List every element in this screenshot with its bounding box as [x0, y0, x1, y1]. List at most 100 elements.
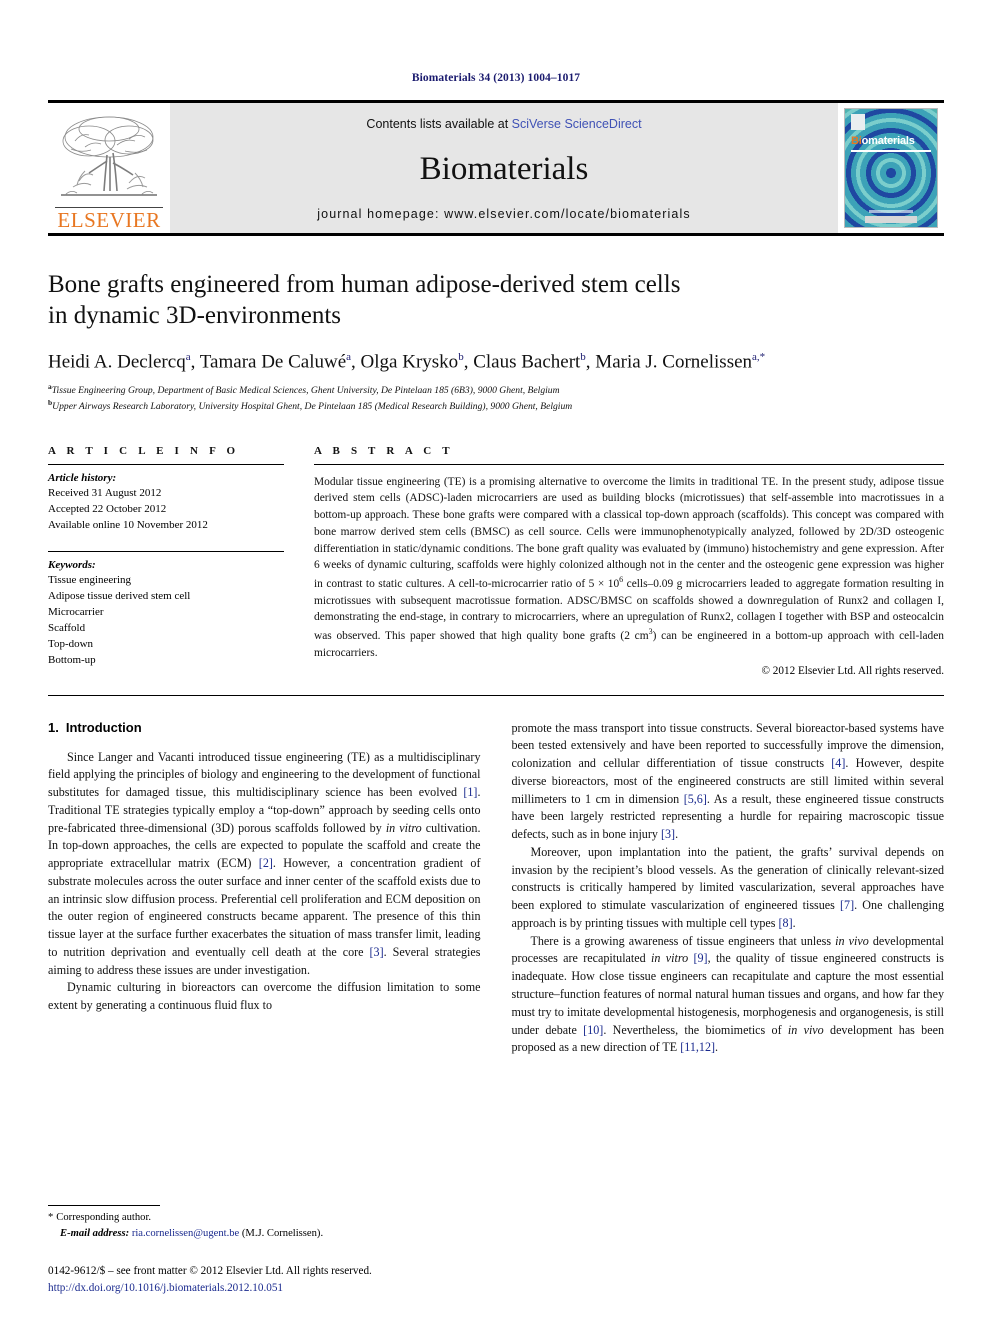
body-paragraph: Dynamic culturing in bioreactors can ove… — [48, 979, 481, 1015]
paper-page: Biomaterials 34 (2013) 1004–1017 ELSEVIE… — [0, 0, 992, 1323]
keyword-item: Scaffold — [48, 621, 86, 634]
email-line: E-mail address: ria.cornelissen@ugent.be… — [48, 1226, 452, 1242]
keyword-item: Bottom-up — [48, 653, 96, 666]
article-info-column: A R T I C L E I N F O Article history: R… — [48, 445, 284, 677]
article-history-item: Accepted 22 October 2012 — [48, 502, 167, 515]
cover-footer-line — [869, 210, 913, 213]
section-heading-introduction: 1. Introduction — [48, 720, 481, 735]
body-text: . — [715, 1040, 719, 1055]
elsevier-tree-icon — [61, 116, 157, 196]
article-info-heading: A R T I C L E I N F O — [48, 444, 240, 457]
italic-term: in vivo — [787, 1022, 824, 1037]
keywords-label: Keywords: — [48, 558, 96, 571]
author-name: Maria J. Cornelissen — [595, 351, 753, 373]
footer-block: * Corresponding author. E-mail address: r… — [48, 1204, 452, 1297]
section-number: 1. — [48, 719, 59, 735]
issn-block: 0142-9612/$ – see front matter © 2012 El… — [48, 1263, 452, 1297]
corresponding-label: Corresponding author. — [56, 1211, 152, 1223]
cover-image: Biomaterials — [844, 108, 938, 228]
affiliation-text: Tissue Engineering Group, Department of … — [51, 385, 560, 397]
cover-footer-block — [865, 216, 917, 223]
contents-available-line: Contents lists available at SciVerse Sci… — [366, 117, 641, 131]
body-column-left: 1. Introduction Since Langer and Vacanti … — [48, 720, 481, 1058]
body-text: Since Langer and Vacanti introduced tiss… — [48, 749, 481, 800]
doi-link[interactable]: http://dx.doi.org/10.1016/j.biomaterials… — [48, 1280, 452, 1297]
keyword-item: Adipose tissue derived stem cell — [48, 589, 191, 602]
journal-title: Biomaterials — [419, 150, 589, 187]
author-affiliation-marker: a — [346, 351, 352, 363]
abstract-text: Modular tissue engineering (TE) is a pro… — [314, 474, 944, 662]
abstract-rule — [314, 463, 944, 465]
citation-reference[interactable]: [10] — [583, 1023, 603, 1037]
journal-cover-thumbnail: Biomaterials — [838, 103, 944, 233]
section-divider — [48, 694, 944, 696]
cover-elsevier-icon — [851, 114, 865, 130]
affiliation-item: aTissue Engineering Group, Department of… — [48, 382, 944, 398]
keyword-item: Microcarrier — [48, 605, 104, 618]
author-affiliation-marker: a — [185, 351, 191, 363]
author-name: Heidi A. Declercq — [48, 351, 186, 373]
citation-reference[interactable]: [9] — [693, 951, 707, 965]
body-paragraph: Since Langer and Vacanti introduced tiss… — [48, 749, 481, 980]
author-affiliation-marker: a,* — [752, 351, 766, 363]
footnote-rule — [48, 1204, 160, 1206]
body-paragraph: Moreover, upon implantation into the pat… — [512, 844, 945, 933]
citation-reference[interactable]: [2] — [259, 856, 273, 870]
cover-title-first: Bi — [851, 135, 862, 147]
body-text: . Nevertheless, the biomimetics of — [603, 1022, 788, 1037]
keywords-rule — [48, 550, 284, 552]
body-text: . However, a concentration gradient of s… — [48, 856, 481, 959]
article-history-item: Received 31 August 2012 — [48, 486, 162, 499]
section-title: Introduction — [65, 719, 142, 735]
journal-homepage[interactable]: journal homepage: www.elsevier.com/locat… — [317, 207, 690, 221]
cover-title-rest: omaterials — [861, 135, 915, 147]
citation-reference[interactable]: [3] — [661, 827, 675, 841]
author-list: Heidi A. Declercqa, Tamara De Caluwéa, O… — [48, 351, 766, 373]
author-name: Tamara De Caluwé — [199, 351, 347, 373]
italic-term: in vitro — [385, 820, 422, 835]
citation-reference[interactable]: [5,6] — [684, 792, 707, 806]
citation-reference[interactable]: [4] — [831, 756, 845, 770]
body-text: . — [675, 827, 679, 842]
contents-prefix: Contents lists available at — [366, 117, 512, 131]
title-block: Bone grafts engineered from human adipos… — [48, 236, 944, 415]
author-affiliation-marker: b — [580, 351, 586, 363]
body-column-right: promote the mass transport into tissue c… — [512, 720, 945, 1058]
affiliation-list: aTissue Engineering Group, Department of… — [48, 382, 944, 414]
citation-reference[interactable]: [7] — [840, 898, 854, 912]
page-title: Bone grafts engineered from human adipos… — [48, 270, 944, 331]
left-column-paragraphs: Since Langer and Vacanti introduced tiss… — [48, 749, 481, 1015]
abstract-column: A B S T R A C T Modular tissue engineeri… — [314, 445, 944, 677]
affiliation-text: Upper Airways Research Laboratory, Unive… — [52, 401, 573, 413]
journal-masthead: ELSEVIER Contents lists available at Sci… — [48, 100, 944, 233]
running-head: Biomaterials 34 (2013) 1004–1017 — [411, 72, 581, 84]
citation-reference[interactable]: [8] — [779, 916, 793, 930]
abstract-heading: A B S T R A C T — [314, 444, 454, 457]
article-history-list: Received 31 August 2012 Accepted 22 Octob… — [48, 485, 284, 533]
email-link[interactable]: ria.cornelissen@ugent.be — [132, 1228, 239, 1239]
article-title-line-1: Bone grafts engineered from human adipos… — [48, 271, 681, 298]
info-abstract-row: A R T I C L E I N F O Article history: R… — [48, 445, 944, 677]
abstract-part-1: Modular tissue engineering (TE) is a pro… — [314, 475, 944, 590]
italic-term: in vitro — [651, 951, 689, 966]
article-info-rule — [48, 463, 284, 465]
body-text: . — [792, 915, 796, 930]
body-columns: 1. Introduction Since Langer and Vacanti … — [48, 720, 944, 1058]
email-label: E-mail address: — [60, 1227, 130, 1239]
email-owner: (M.J. Cornelissen). — [241, 1227, 324, 1239]
body-text: There is a growing awareness of tissue e… — [530, 933, 836, 948]
citation-reference[interactable]: [11,12] — [680, 1040, 715, 1054]
article-history-label: Article history: — [48, 471, 117, 484]
cover-title: Biomaterials — [851, 135, 915, 147]
sciencedirect-link[interactable]: SciVerse ScienceDirect — [512, 117, 642, 131]
author-name: Olga Krysko — [360, 351, 459, 373]
body-text: Dynamic culturing in bioreactors can ove… — [48, 980, 481, 1013]
body-paragraph: There is a growing awareness of tissue e… — [512, 933, 945, 1057]
affiliation-item: bUpper Airways Research Laboratory, Univ… — [48, 398, 944, 414]
citation-reference[interactable]: [1] — [463, 785, 477, 799]
keyword-item: Top-down — [48, 637, 94, 650]
italic-term: in vivo — [835, 933, 869, 948]
citation-reference[interactable]: [3] — [370, 945, 384, 959]
issn-line: 0142-9612/$ – see front matter © 2012 El… — [48, 1265, 372, 1278]
keywords-list: Tissue engineering Adipose tissue derived… — [48, 572, 284, 668]
